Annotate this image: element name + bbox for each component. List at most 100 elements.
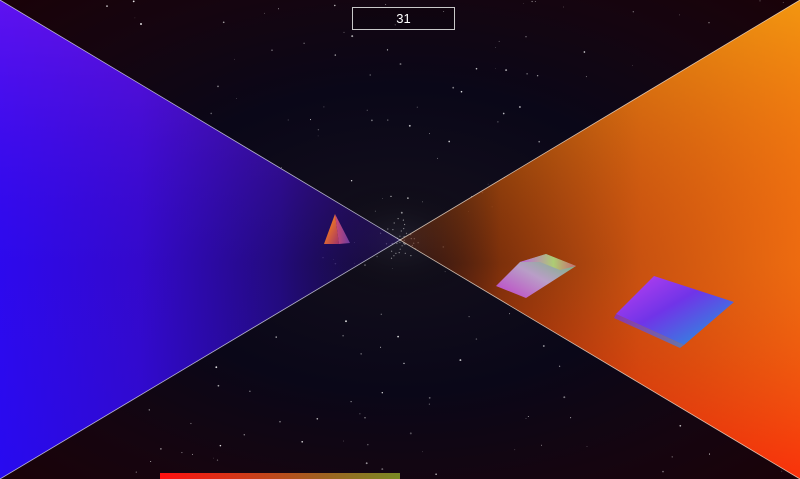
star bbox=[271, 49, 273, 51]
star bbox=[531, 0, 533, 3]
star bbox=[526, 73, 528, 75]
star bbox=[367, 443, 369, 446]
star bbox=[428, 403, 430, 405]
star bbox=[459, 359, 462, 362]
star bbox=[323, 106, 325, 108]
star bbox=[498, 40, 500, 42]
star bbox=[381, 392, 383, 394]
star bbox=[365, 462, 368, 465]
star bbox=[135, 471, 137, 473]
star bbox=[781, 470, 783, 472]
star bbox=[428, 397, 431, 399]
star bbox=[150, 461, 152, 462]
star bbox=[416, 106, 418, 108]
star bbox=[278, 8, 279, 10]
star bbox=[181, 452, 183, 454]
star bbox=[216, 459, 219, 461]
star bbox=[495, 67, 496, 69]
star bbox=[527, 416, 529, 417]
star bbox=[542, 345, 545, 347]
star bbox=[371, 119, 373, 122]
star bbox=[351, 35, 354, 38]
star bbox=[217, 85, 219, 88]
star bbox=[140, 23, 142, 25]
star bbox=[538, 140, 541, 143]
star bbox=[514, 449, 516, 451]
star bbox=[350, 180, 353, 182]
star bbox=[536, 75, 539, 77]
right-wall bbox=[399, 0, 800, 479]
star bbox=[475, 67, 478, 70]
star bbox=[534, 0, 536, 2]
star bbox=[475, 338, 478, 340]
star bbox=[217, 384, 220, 387]
star bbox=[662, 470, 664, 473]
star bbox=[452, 86, 455, 89]
star bbox=[495, 47, 497, 48]
star bbox=[708, 21, 710, 24]
star bbox=[518, 106, 521, 108]
star bbox=[334, 4, 336, 7]
star bbox=[303, 42, 305, 44]
star bbox=[190, 422, 192, 425]
star bbox=[671, 456, 673, 458]
star bbox=[380, 346, 382, 348]
star bbox=[523, 3, 524, 5]
star bbox=[460, 90, 463, 93]
star bbox=[343, 31, 345, 33]
star bbox=[679, 14, 681, 16]
star bbox=[448, 140, 451, 143]
star bbox=[468, 315, 470, 318]
game-viewport[interactable]: 31 bbox=[0, 0, 800, 479]
star bbox=[387, 119, 389, 121]
star bbox=[502, 112, 505, 115]
star bbox=[403, 362, 405, 365]
star bbox=[264, 12, 265, 14]
star bbox=[317, 135, 319, 137]
star bbox=[343, 440, 345, 442]
star bbox=[249, 390, 251, 392]
star bbox=[563, 396, 566, 399]
star bbox=[632, 11, 634, 13]
star bbox=[679, 424, 682, 427]
star bbox=[317, 128, 320, 131]
star bbox=[525, 418, 527, 420]
star bbox=[234, 58, 235, 60]
star bbox=[243, 434, 246, 436]
star bbox=[309, 119, 312, 121]
star bbox=[287, 119, 289, 121]
star bbox=[210, 112, 213, 115]
star bbox=[369, 74, 371, 76]
star bbox=[558, 365, 561, 367]
star bbox=[428, 133, 431, 135]
star bbox=[360, 353, 362, 355]
star bbox=[281, 167, 282, 169]
star bbox=[215, 366, 218, 369]
star bbox=[583, 51, 586, 53]
star bbox=[316, 417, 319, 420]
star bbox=[422, 451, 423, 453]
star bbox=[359, 413, 361, 415]
star bbox=[397, 335, 399, 338]
star bbox=[134, 17, 136, 19]
tunnel-scene bbox=[0, 0, 800, 479]
star bbox=[106, 5, 108, 7]
star bbox=[219, 444, 222, 447]
star bbox=[487, 183, 489, 185]
star bbox=[408, 124, 411, 127]
star bbox=[380, 313, 382, 315]
star bbox=[708, 453, 711, 455]
star bbox=[132, 0, 135, 3]
star bbox=[509, 313, 511, 315]
star bbox=[275, 336, 277, 338]
star bbox=[759, 0, 761, 2]
star bbox=[525, 36, 527, 38]
star bbox=[279, 420, 281, 423]
star bbox=[148, 409, 150, 411]
star bbox=[563, 6, 564, 8]
star bbox=[585, 76, 587, 78]
star bbox=[350, 400, 352, 403]
star bbox=[399, 63, 402, 65]
star bbox=[782, 2, 784, 3]
star bbox=[345, 320, 347, 323]
